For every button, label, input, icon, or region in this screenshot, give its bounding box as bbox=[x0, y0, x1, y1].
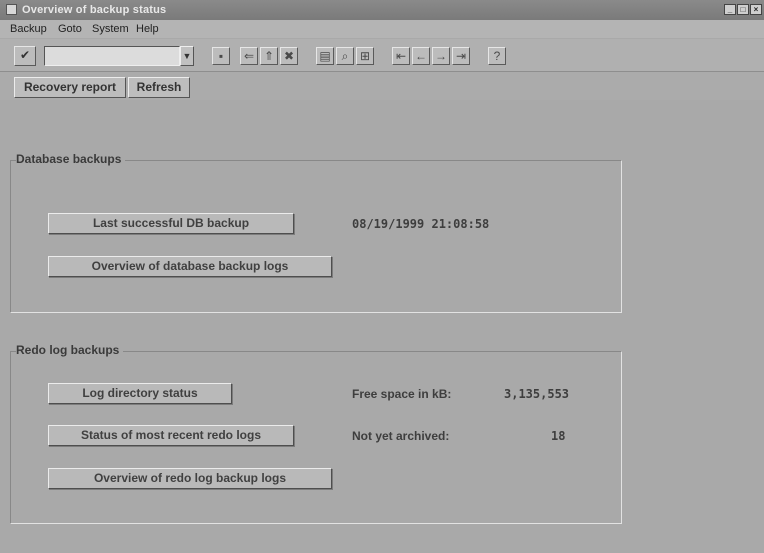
application-toolbar: Recovery report Refresh bbox=[0, 72, 764, 100]
recovery-report-button[interactable]: Recovery report bbox=[14, 77, 126, 98]
refresh-button[interactable]: Refresh bbox=[128, 77, 190, 98]
redo-log-backups-title: Redo log backups bbox=[16, 343, 124, 357]
free-space-value: 3,135,553 bbox=[504, 387, 570, 401]
maximize-icon[interactable]: □ bbox=[737, 4, 749, 15]
last-successful-db-backup-button[interactable]: Last successful DB backup bbox=[48, 213, 294, 234]
overview-redo-log-backup-logs-button[interactable]: Overview of redo log backup logs bbox=[48, 468, 332, 489]
close-icon[interactable]: × bbox=[750, 4, 762, 15]
menu-backup[interactable]: Backup bbox=[10, 23, 47, 35]
window-title: Overview of backup status bbox=[22, 4, 167, 16]
minimize-icon[interactable]: _ bbox=[724, 4, 736, 15]
help-icon[interactable]: ? bbox=[488, 47, 506, 65]
title-bar: Overview of backup status _ □ × bbox=[0, 0, 764, 20]
database-backups-title: Database backups bbox=[16, 152, 126, 166]
print-icon[interactable]: ▤ bbox=[316, 47, 334, 65]
window-icon[interactable] bbox=[6, 4, 17, 15]
not-yet-archived-value: 18 bbox=[551, 429, 566, 443]
menu-goto[interactable]: Goto bbox=[58, 23, 82, 35]
find-next-icon[interactable]: ⊞ bbox=[356, 47, 374, 65]
log-directory-status-button[interactable]: Log directory status bbox=[48, 383, 232, 404]
cancel-icon[interactable]: ✖ bbox=[280, 47, 298, 65]
command-dropdown-icon[interactable]: ▼ bbox=[180, 46, 194, 66]
next-page-icon[interactable]: → bbox=[432, 47, 450, 65]
previous-page-icon[interactable]: ← bbox=[412, 47, 430, 65]
first-page-icon[interactable]: ⇤ bbox=[392, 47, 410, 65]
standard-toolbar: ✔ ▼ ▪ ⇐ ⇑ ✖ ▤ ⌕ ⊞ ⇤ ← → ⇥ ? bbox=[0, 39, 764, 72]
exit-icon[interactable]: ⇑ bbox=[260, 47, 278, 65]
back-icon[interactable]: ⇐ bbox=[240, 47, 258, 65]
status-recent-redo-logs-button[interactable]: Status of most recent redo logs bbox=[48, 425, 294, 446]
free-space-label: Free space in kB: bbox=[352, 387, 452, 401]
database-backups-group bbox=[10, 160, 622, 313]
find-icon[interactable]: ⌕ bbox=[336, 47, 354, 65]
last-successful-db-backup-value: 08/19/1999 21:08:58 bbox=[352, 217, 490, 231]
check-icon[interactable]: ✔ bbox=[14, 46, 36, 66]
menu-system[interactable]: System bbox=[92, 23, 129, 35]
menu-bar: Backup Goto System Help bbox=[0, 20, 764, 38]
menu-help[interactable]: Help bbox=[136, 23, 159, 35]
not-yet-archived-label: Not yet archived: bbox=[352, 429, 450, 443]
overview-db-backup-logs-button[interactable]: Overview of database backup logs bbox=[48, 256, 332, 277]
command-field[interactable] bbox=[44, 46, 180, 66]
save-icon[interactable]: ▪ bbox=[212, 47, 230, 65]
last-page-icon[interactable]: ⇥ bbox=[452, 47, 470, 65]
